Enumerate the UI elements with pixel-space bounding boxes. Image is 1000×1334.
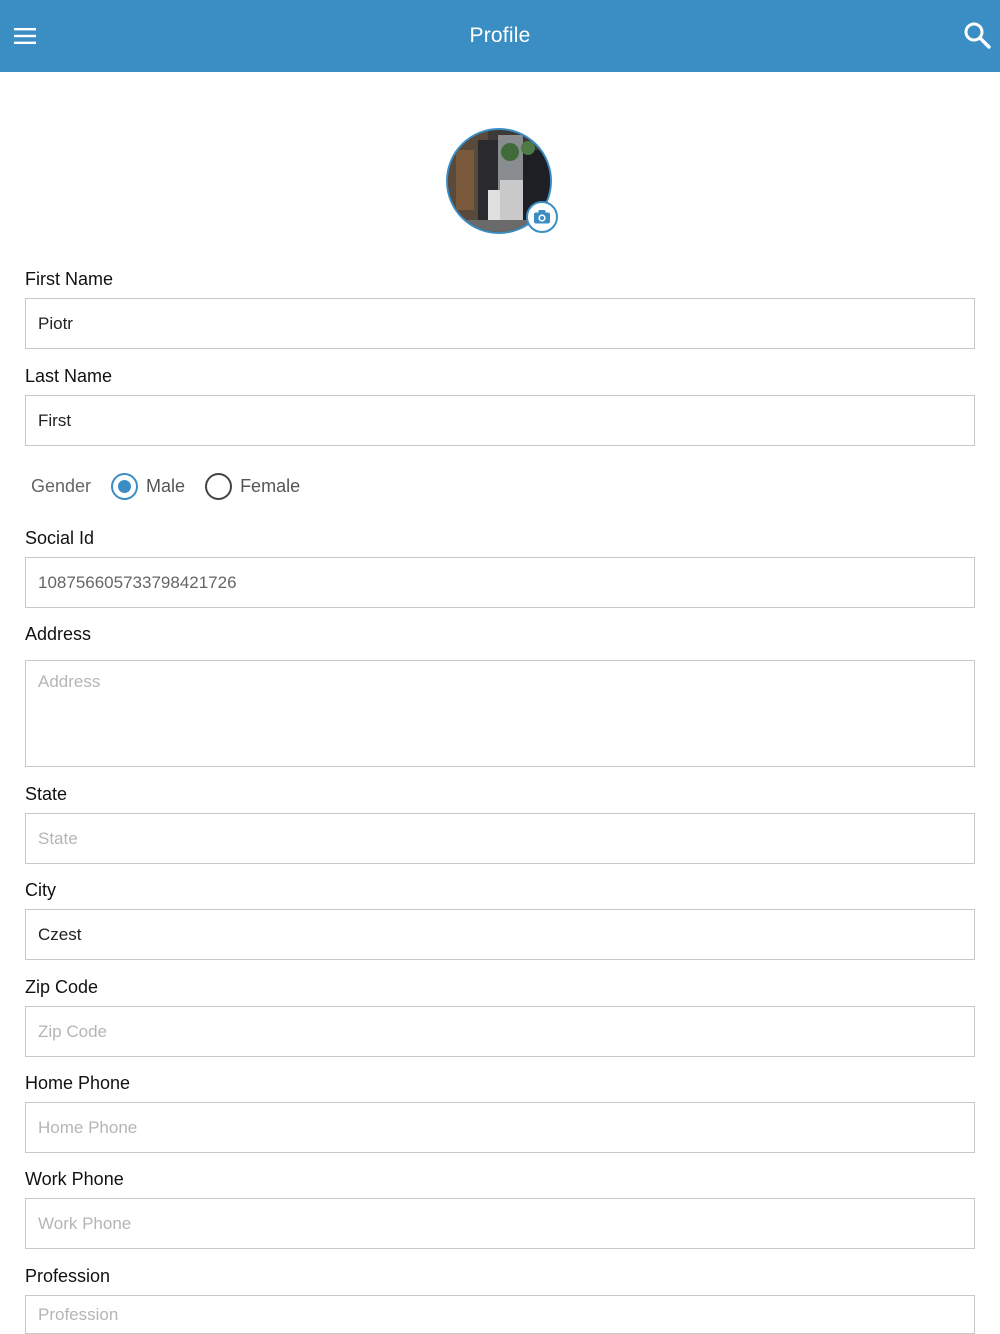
gender-female-label: Female (240, 475, 301, 496)
work-phone-field[interactable] (25, 1198, 975, 1249)
zip-code-field[interactable] (25, 1006, 975, 1057)
last-name-field[interactable] (25, 395, 975, 446)
address-field[interactable] (25, 660, 975, 767)
camera-icon (534, 210, 550, 224)
radio-unchecked-icon (205, 472, 233, 500)
city-field[interactable] (25, 909, 975, 960)
social-id-field[interactable] (25, 557, 975, 608)
address-label: Address (25, 624, 92, 644)
search-icon[interactable] (962, 20, 992, 50)
state-field[interactable] (25, 813, 975, 864)
page-title: Profile (469, 24, 531, 47)
gender-male-label: Male (146, 475, 186, 496)
state-label: State (25, 784, 68, 804)
profession-field[interactable] (25, 1295, 975, 1334)
first-name-label: First Name (25, 269, 114, 289)
home-phone-label: Home Phone (25, 1073, 131, 1093)
radio-checked-icon (111, 472, 139, 500)
hamburger-menu-icon[interactable] (13, 25, 37, 47)
gender-male-radio[interactable]: Male (111, 472, 186, 500)
zip-code-label: Zip Code (25, 977, 99, 997)
first-name-field[interactable] (25, 298, 975, 349)
profession-label: Profession (25, 1266, 111, 1286)
home-phone-field[interactable] (25, 1102, 975, 1153)
change-photo-button[interactable] (526, 201, 558, 233)
city-label: City (25, 880, 56, 900)
gender-label: Gender (31, 475, 92, 496)
last-name-label: Last Name (25, 366, 113, 386)
work-phone-label: Work Phone (25, 1169, 124, 1189)
gender-selector: Gender Male Female (31, 466, 320, 506)
profile-photo[interactable] (446, 128, 558, 238)
app-bar: Profile (0, 0, 1000, 72)
social-id-label: Social Id (25, 528, 95, 548)
gender-female-radio[interactable]: Female (205, 472, 301, 500)
